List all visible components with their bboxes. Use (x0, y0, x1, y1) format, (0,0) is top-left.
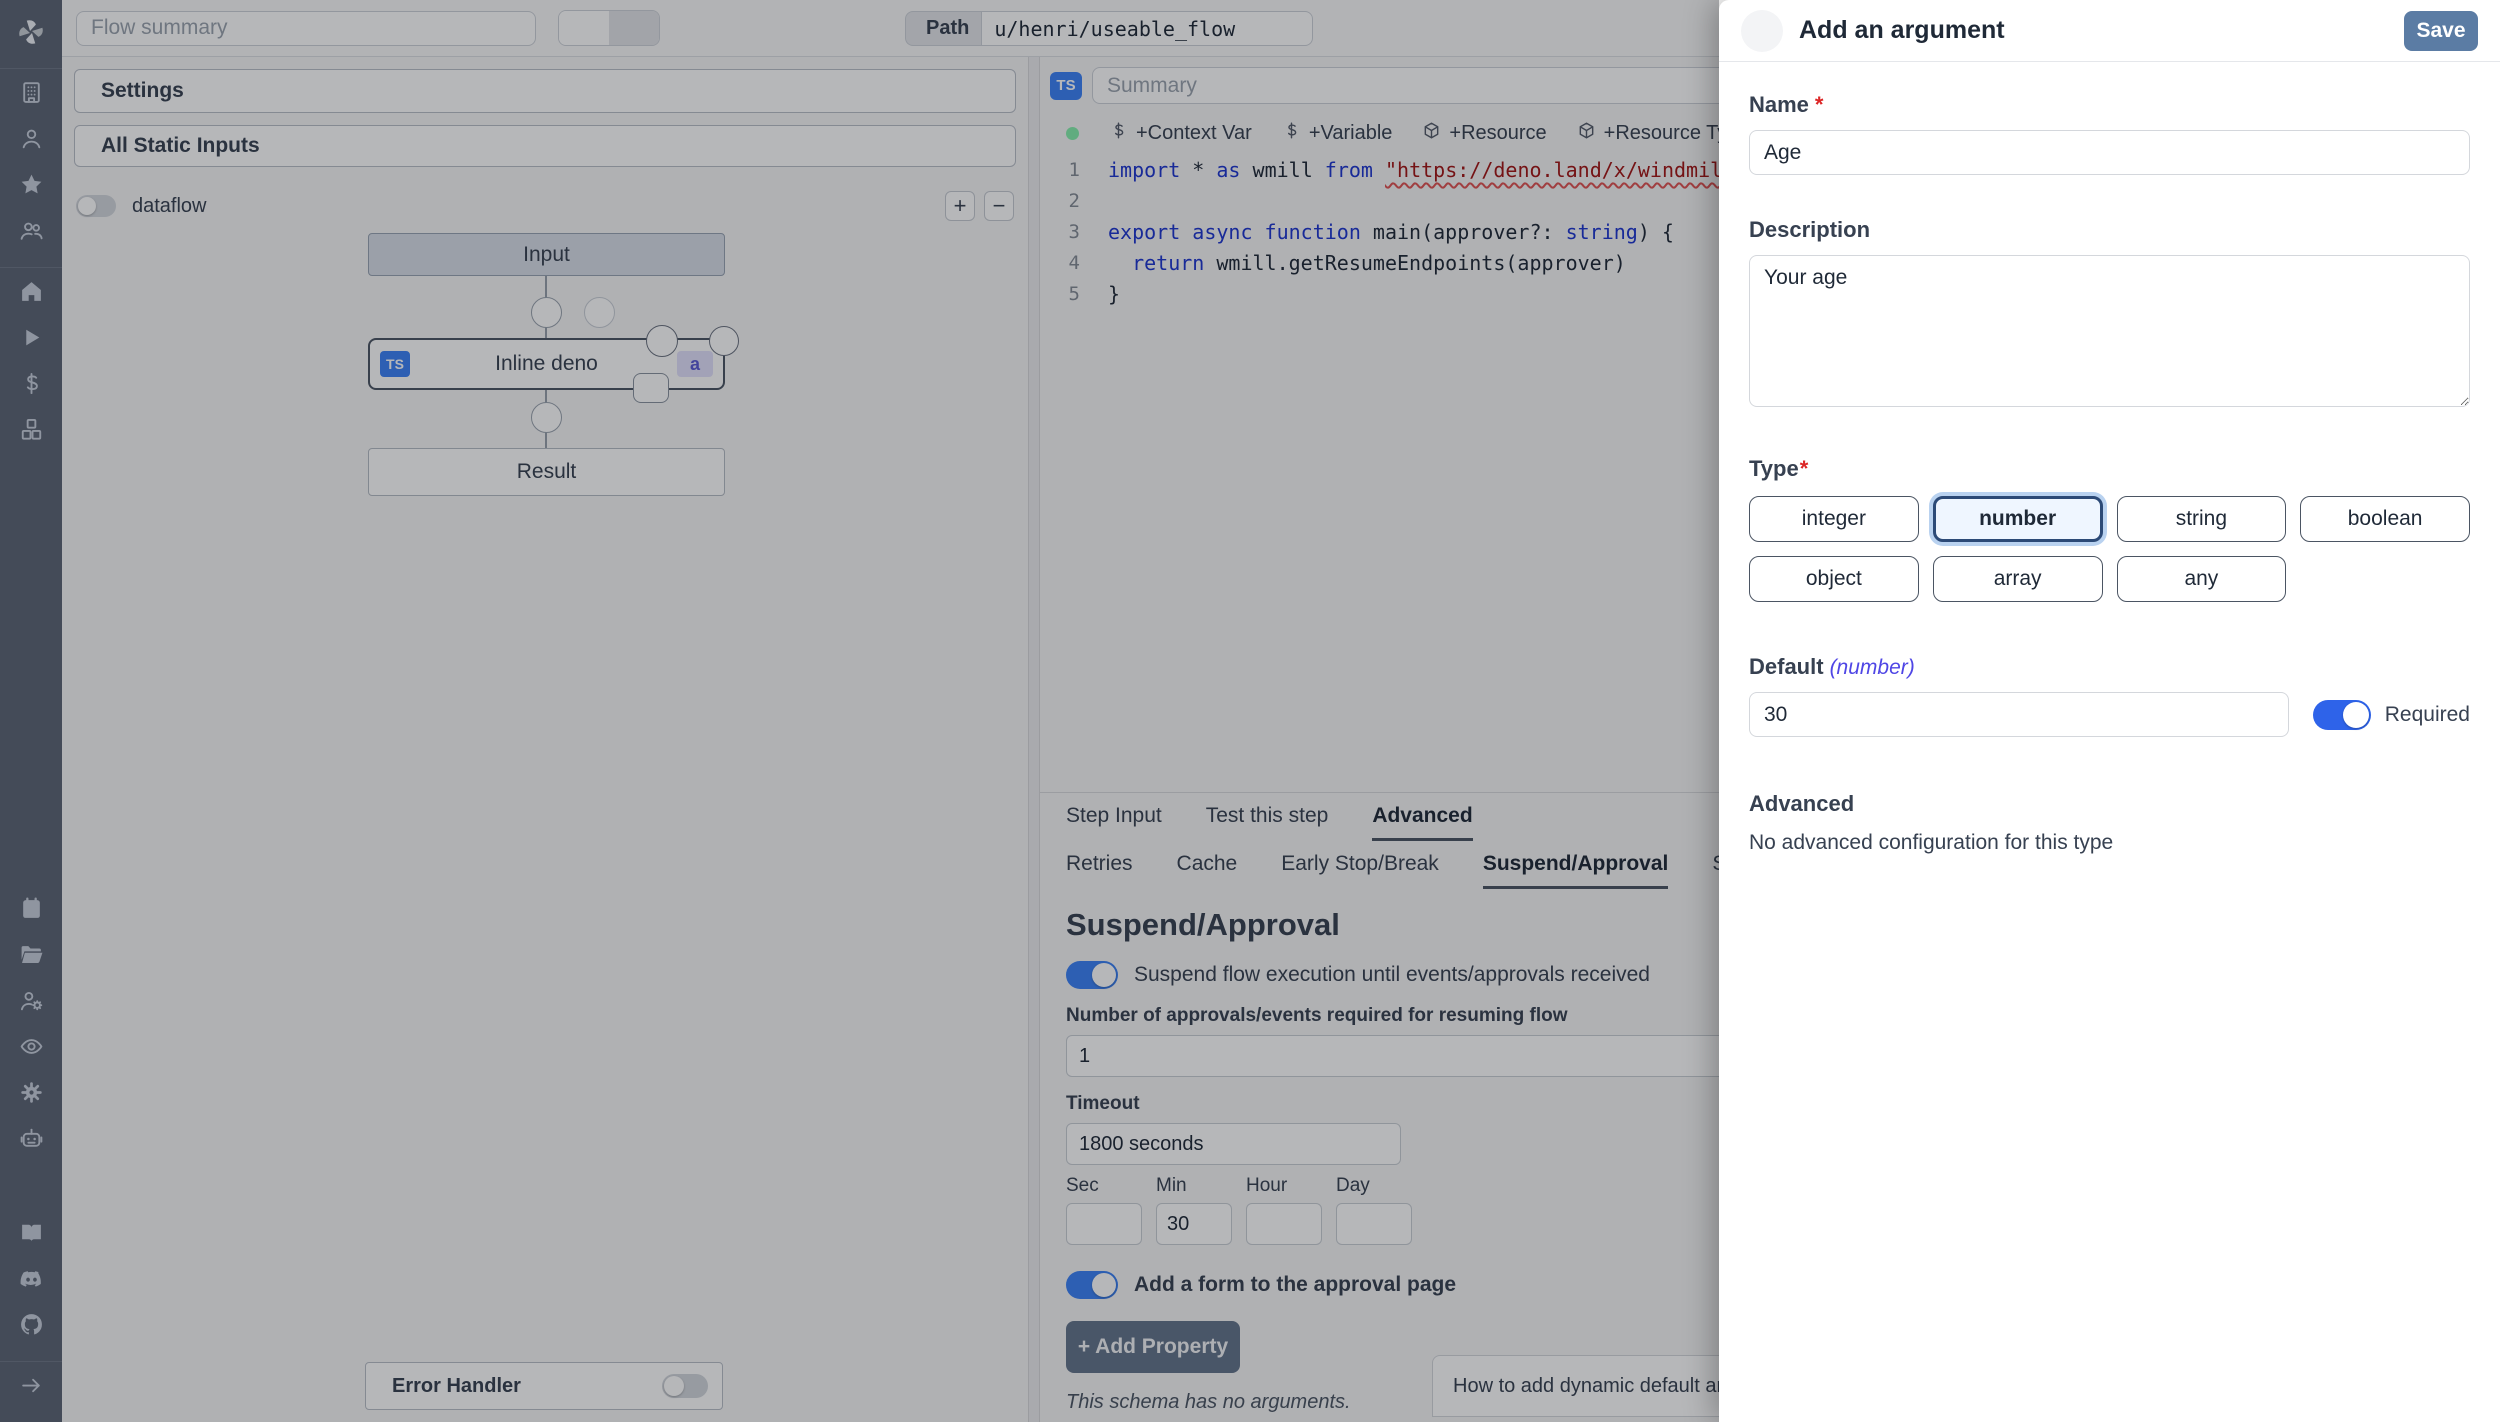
type-button-object[interactable]: object (1749, 556, 1919, 602)
type-selector: integer number string boolean object array any (1749, 496, 2470, 602)
name-field-label: Name * (1749, 92, 2470, 118)
advanced-note: No advanced configuration for this type (1749, 831, 2470, 855)
advanced-heading: Advanced (1749, 791, 2470, 817)
toggle-knob (2343, 702, 2369, 728)
name-label-text: Name (1749, 92, 1809, 118)
drawer-title: Add an argument (1799, 16, 2005, 45)
type-field-label: Type * (1749, 456, 2470, 482)
required-toggle-label: Required (2385, 703, 2470, 727)
type-button-boolean[interactable]: boolean (2300, 496, 2470, 542)
default-type-hint: (number) (1830, 656, 1915, 680)
advanced-heading-text: Advanced (1749, 791, 1854, 817)
type-button-array[interactable]: array (1933, 556, 2103, 602)
save-button[interactable]: Save (2404, 11, 2478, 51)
description-label-text: Description (1749, 217, 1870, 243)
description-textarea[interactable]: Your age (1749, 255, 2470, 407)
default-value-input[interactable] (1749, 692, 2289, 737)
default-row: Required (1749, 692, 2470, 737)
drawer-close-button[interactable] (1741, 10, 1783, 52)
default-field-label: Default (number) (1749, 654, 2470, 680)
required-toggle[interactable] (2313, 700, 2371, 730)
description-field-label: Description (1749, 217, 2470, 243)
required-asterisk: * (1800, 456, 1809, 482)
add-argument-drawer: Add an argument Save Name * Description … (1719, 0, 2500, 1422)
default-label-text: Default (1749, 654, 1824, 680)
type-button-integer[interactable]: integer (1749, 496, 1919, 542)
type-button-any[interactable]: any (2117, 556, 2287, 602)
type-label-text: Type (1749, 456, 1799, 482)
type-button-string[interactable]: string (2117, 496, 2287, 542)
type-button-number[interactable]: number (1933, 496, 2103, 542)
drawer-body: Name * Description Your age Type * integ… (1719, 62, 2500, 855)
windmill-app: Path Settings All Static Inputs dataflow… (0, 0, 2500, 1422)
required-asterisk: * (1815, 92, 1824, 118)
modal-overlay[interactable] (0, 0, 1719, 1422)
drawer-header: Add an argument Save (1719, 0, 2500, 62)
name-input[interactable] (1749, 130, 2470, 175)
